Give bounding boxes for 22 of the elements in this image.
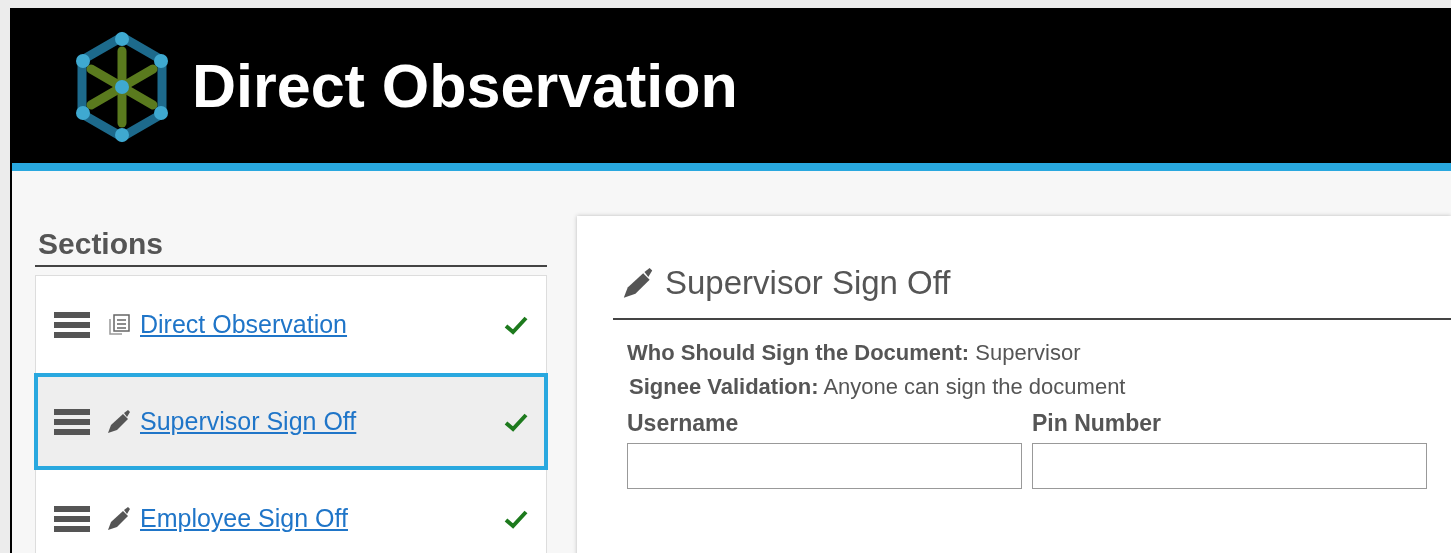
- document-icon: [106, 312, 132, 337]
- section-item[interactable]: Employee Sign Off: [34, 470, 548, 553]
- drag-handle-icon[interactable]: [54, 504, 90, 533]
- section-item[interactable]: Supervisor Sign Off: [34, 373, 548, 470]
- field-label: Username: [627, 410, 740, 437]
- section-item[interactable]: Direct Observation: [34, 276, 548, 373]
- info-line: Signee Validation: Anyone can sign the document: [629, 374, 1127, 400]
- section-link[interactable]: Direct Observation: [140, 310, 348, 339]
- input-field[interactable]: [1032, 443, 1427, 489]
- section-link[interactable]: Supervisor Sign Off: [140, 407, 357, 436]
- panel-title: Supervisor Sign Off: [665, 264, 951, 302]
- input-field[interactable]: [627, 443, 1022, 489]
- section-link[interactable]: Employee Sign Off: [140, 504, 348, 533]
- drag-handle-icon[interactable]: [54, 310, 90, 339]
- info-line: Who Should Sign the Document: Supervisor: [627, 340, 1082, 366]
- app-title: Direct Observation: [192, 50, 738, 121]
- field-label: Pin Number: [1032, 410, 1163, 437]
- pen-icon: [621, 267, 655, 299]
- sidebar-heading: Sections: [35, 221, 547, 267]
- pen-icon: [106, 506, 132, 531]
- pen-icon: [106, 409, 132, 434]
- drag-handle-icon[interactable]: [54, 407, 90, 436]
